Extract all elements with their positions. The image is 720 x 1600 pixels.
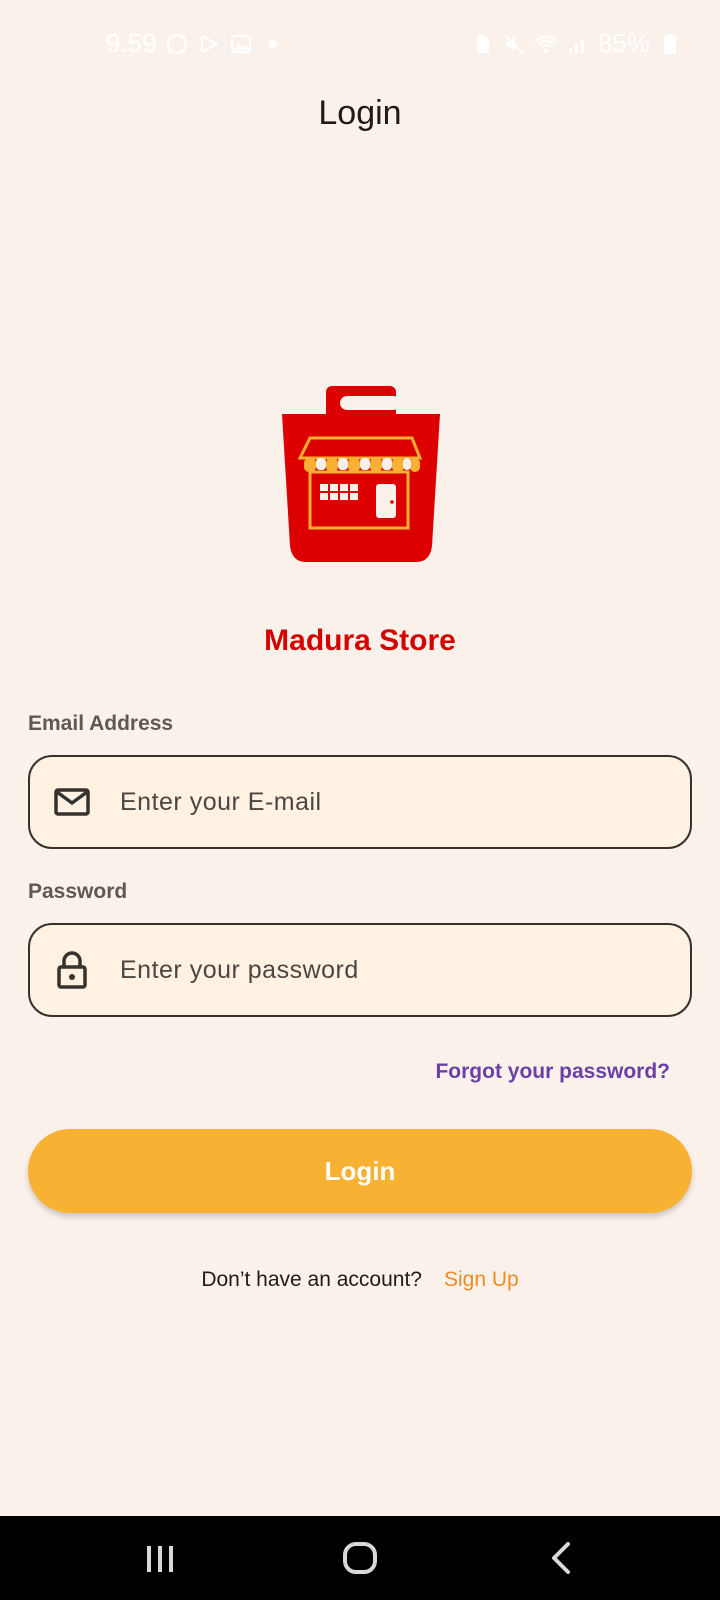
signal-icon [566,32,590,56]
back-icon[interactable] [540,1536,584,1580]
battery-icon [658,32,682,56]
whatsapp-icon [165,32,189,56]
gallery-icon [229,32,253,56]
home-icon[interactable] [338,1536,382,1580]
lock-icon [57,951,87,989]
store-name: Madura Store [264,624,456,657]
wifi-icon [534,32,558,56]
signup-row: Don’t have an account? Sign Up [0,1268,720,1292]
password-field[interactable] [28,923,692,1017]
store-bag-logo-icon [282,386,440,562]
login-screen: 9.59 85% Login Madura Store Email Addres… [0,0,720,1600]
status-bar: 9.59 85% [0,0,720,88]
email-label: Email Address [28,712,174,735]
mute-icon [502,32,526,56]
status-left: 9.59 [106,28,277,59]
signup-link[interactable]: Sign Up [444,1268,519,1291]
email-input[interactable] [120,787,680,817]
forgot-password-link[interactable]: Forgot your password? [435,1060,670,1084]
password-input[interactable] [120,955,680,985]
mail-icon [54,788,90,816]
notification-dot-icon [268,39,277,48]
play-icon [197,32,221,56]
status-right: 85% [470,28,682,59]
signup-prompt: Don’t have an account? [201,1268,422,1291]
status-time: 9.59 [106,28,157,58]
email-field[interactable] [28,755,692,849]
battery-percent: 85% [597,28,650,58]
password-label: Password [28,880,128,903]
page-title: Login [318,94,402,132]
navigation-bar [0,1516,720,1600]
recents-icon[interactable] [138,1536,182,1580]
login-button[interactable]: Login [28,1129,692,1213]
sim-icon [470,32,494,56]
